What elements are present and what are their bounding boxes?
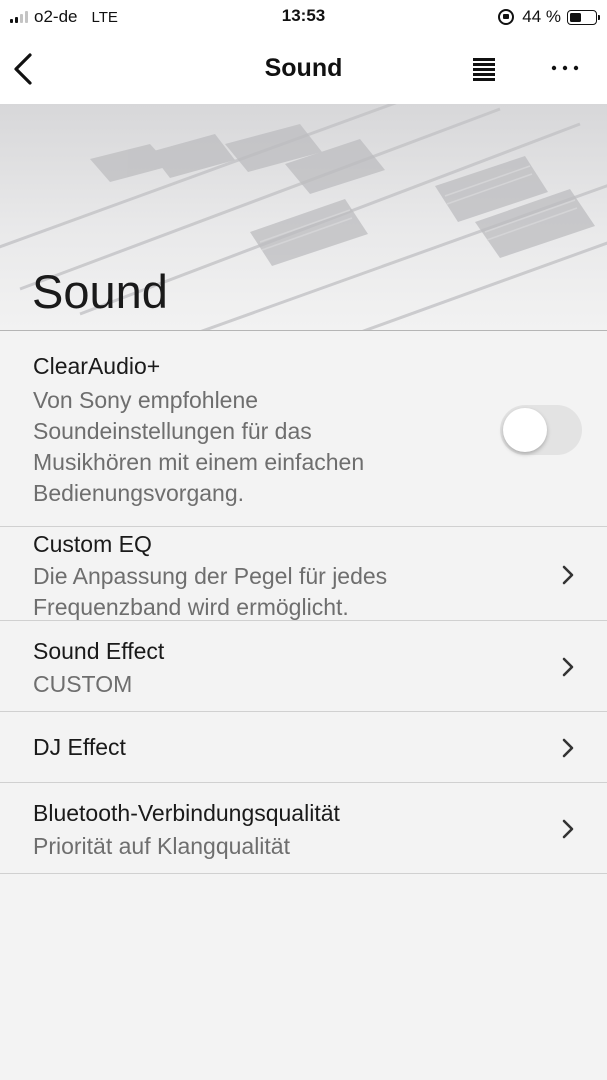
description-line: Soundeinstellungen für das	[33, 418, 312, 444]
setting-value: Priorität auf Klangqualität	[33, 831, 290, 862]
setting-title: Custom EQ	[33, 531, 152, 557]
setting-title: Sound Effect	[33, 638, 165, 664]
setting-clearaudio: ClearAudio+ Von Sony empfohlene Soundein…	[0, 331, 607, 527]
setting-bluetooth-quality[interactable]: Bluetooth-Verbindungsqualität Priorität …	[0, 783, 607, 874]
battery-icon	[567, 9, 600, 25]
chevron-right-icon	[562, 565, 574, 585]
setting-description: Die Anpassung der Pegel für jedes Freque…	[33, 561, 387, 623]
clearaudio-toggle[interactable]	[500, 405, 582, 455]
toggle-knob	[503, 408, 547, 452]
setting-sound-effect[interactable]: Sound Effect CUSTOM	[0, 621, 607, 712]
sound-header: Sound	[0, 104, 607, 331]
setting-value: CUSTOM	[33, 669, 132, 700]
description-line: Musikhören mit einem einfachen	[33, 449, 365, 475]
nav-title: Sound	[264, 54, 343, 82]
navigation-bar: Sound	[0, 34, 607, 104]
setting-dj-effect[interactable]: DJ Effect	[0, 712, 607, 783]
orientation-lock-icon	[498, 9, 515, 25]
description-line: Priorität auf Klangqualität	[33, 833, 290, 859]
description-line: Die Anpassung der Pegel für jedes	[33, 563, 388, 589]
section-title: Sound	[32, 265, 168, 318]
queue-button[interactable]	[470, 55, 498, 83]
battery-fill	[570, 12, 581, 22]
battery-percent: 44 %	[522, 7, 561, 26]
chevron-right-icon	[562, 738, 574, 758]
more-icon	[551, 65, 579, 71]
description-line: Von Sony empfohlene	[33, 387, 259, 413]
status-bar: o2-de LTE 13:53 44 %	[0, 0, 607, 34]
setting-title: DJ Effect	[33, 734, 126, 760]
setting-title: Bluetooth-Verbindungsqualität	[33, 800, 340, 826]
description-line: CUSTOM	[33, 671, 133, 697]
description-line: Frequenzband wird ermöglicht.	[33, 594, 349, 620]
chevron-right-icon	[562, 657, 574, 677]
chevron-right-icon	[562, 819, 574, 839]
setting-title: ClearAudio+	[33, 353, 161, 379]
setting-description: Von Sony empfohlene Soundeinstellungen f…	[33, 385, 364, 509]
queue-icon	[473, 58, 495, 81]
description-line: Bedienungsvorgang.	[33, 480, 244, 506]
setting-custom-eq[interactable]: Custom EQ Die Anpassung der Pegel für je…	[0, 527, 607, 621]
status-right: 44 %	[498, 6, 600, 28]
more-options-button[interactable]	[548, 56, 582, 80]
